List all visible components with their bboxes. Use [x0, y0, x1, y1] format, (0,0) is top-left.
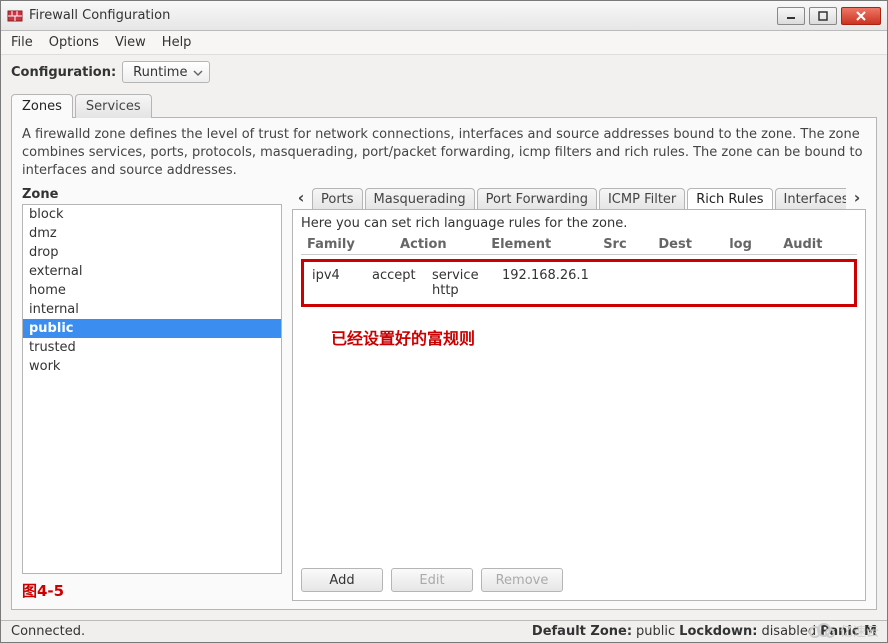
remove-button[interactable]: Remove	[481, 568, 563, 592]
zone-item-external[interactable]: external	[23, 262, 281, 281]
zone-split: Zone block dmz drop external home intern…	[22, 187, 866, 601]
status-panic-label: Panic M	[820, 624, 877, 639]
tab-port-forwarding[interactable]: Port Forwarding	[477, 188, 597, 209]
menu-file[interactable]: File	[11, 35, 33, 50]
rule-buttons: Add Edit Remove	[301, 568, 857, 592]
zone-right-column: ‹ Ports Masquerading Port Forwarding ICM…	[292, 187, 866, 601]
cell-src: 192.168.26.1	[498, 268, 598, 298]
firewall-icon	[7, 8, 23, 24]
col-element[interactable]: Element	[485, 235, 597, 255]
col-dest[interactable]: Dest	[652, 235, 723, 255]
cell-audit	[708, 268, 768, 298]
zone-list[interactable]: block dmz drop external home internal pu…	[22, 204, 282, 574]
status-default-zone: public	[636, 624, 675, 639]
col-family[interactable]: Family	[301, 235, 394, 255]
menu-view[interactable]: View	[115, 35, 146, 50]
configuration-label: Configuration:	[11, 65, 116, 80]
cell-family: ipv4	[308, 268, 368, 298]
tab-masquerading[interactable]: Masquerading	[365, 188, 475, 209]
status-connected: Connected.	[11, 624, 85, 639]
tab-rich-rules[interactable]: Rich Rules	[687, 188, 772, 209]
cell-dest	[598, 268, 658, 298]
zone-item-internal[interactable]: internal	[23, 300, 281, 319]
zone-item-trusted[interactable]: trusted	[23, 338, 281, 357]
status-lockdown: disabled	[761, 624, 816, 639]
col-audit[interactable]: Audit	[777, 235, 857, 255]
zones-panel: A firewalld zone defines the level of tr…	[11, 117, 877, 610]
col-log[interactable]: log	[723, 235, 777, 255]
col-action[interactable]: Action	[394, 235, 485, 255]
zone-left-column: Zone block dmz drop external home intern…	[22, 187, 282, 601]
configuration-row: Configuration: Runtime	[1, 55, 887, 89]
add-button[interactable]: Add	[301, 568, 383, 592]
status-default-zone-label: Default Zone:	[532, 624, 632, 639]
menubar: File Options View Help	[1, 31, 887, 55]
zone-item-home[interactable]: home	[23, 281, 281, 300]
tab-scroll-left[interactable]: ‹	[292, 187, 310, 209]
cell-action: accept	[368, 268, 428, 298]
cell-element: service http	[428, 268, 498, 298]
figure-label: 图4-5	[22, 580, 282, 601]
zone-item-work[interactable]: work	[23, 357, 281, 376]
cell-log	[658, 268, 708, 298]
zone-list-label: Zone	[22, 187, 282, 202]
status-lockdown-label: Lockdown:	[679, 624, 757, 639]
configuration-dropdown[interactable]: Runtime	[122, 61, 210, 83]
table-row[interactable]: ipv4 accept service http 192.168.26.1	[304, 262, 854, 304]
tab-ports[interactable]: Ports	[312, 188, 363, 209]
col-src[interactable]: Src	[597, 235, 652, 255]
configuration-value: Runtime	[133, 65, 187, 80]
app-window: Firewall Configuration File Options View…	[0, 0, 888, 643]
rules-table: Family Action Element Src Dest log Audit	[301, 235, 857, 255]
rules-table-wrap: Family Action Element Src Dest log Audit	[301, 235, 857, 560]
zone-description: A firewalld zone defines the level of tr…	[22, 126, 866, 181]
rich-rules-panel: Here you can set rich language rules for…	[292, 209, 866, 601]
rule-highlight-box: ipv4 accept service http 192.168.26.1	[301, 259, 857, 307]
menu-help[interactable]: Help	[162, 35, 192, 50]
zone-item-public[interactable]: public	[23, 319, 281, 338]
right-tab-bar: ‹ Ports Masquerading Port Forwarding ICM…	[292, 187, 866, 209]
maximize-button[interactable]	[809, 7, 837, 25]
tab-interfaces[interactable]: Interfaces	[775, 188, 847, 209]
zone-item-dmz[interactable]: dmz	[23, 224, 281, 243]
main-tabs: Zones Services	[1, 93, 887, 117]
zone-item-drop[interactable]: drop	[23, 243, 281, 262]
zone-item-block[interactable]: block	[23, 205, 281, 224]
rich-rules-help: Here you can set rich language rules for…	[301, 216, 857, 231]
edit-button[interactable]: Edit	[391, 568, 473, 592]
tab-scroll-right[interactable]: ›	[848, 187, 866, 209]
tab-zones[interactable]: Zones	[11, 94, 73, 118]
menu-options[interactable]: Options	[49, 35, 99, 50]
window-title: Firewall Configuration	[29, 8, 170, 23]
chevron-down-icon	[193, 67, 203, 77]
tab-icmp-filter[interactable]: ICMP Filter	[599, 188, 685, 209]
tab-services[interactable]: Services	[75, 94, 152, 118]
annotation-text: 已经设置好的富规则	[331, 325, 857, 349]
minimize-button[interactable]	[777, 7, 805, 25]
statusbar: Connected. Default Zone: public Lockdown…	[1, 620, 887, 642]
window-buttons	[777, 7, 881, 25]
titlebar: Firewall Configuration	[1, 1, 887, 31]
close-button[interactable]	[841, 7, 881, 25]
